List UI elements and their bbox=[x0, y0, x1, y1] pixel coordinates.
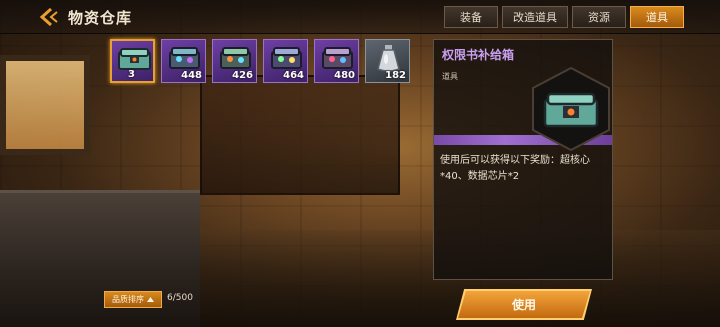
slot-count: 182 bbox=[385, 70, 406, 81]
back-button[interactable] bbox=[38, 6, 62, 28]
gem-crate-icon bbox=[322, 47, 353, 69]
sort-label: 品质排序 bbox=[112, 295, 144, 304]
tab-equipment[interactable]: 装备 bbox=[444, 6, 498, 28]
tab-modification-items[interactable]: 改造道具 bbox=[502, 6, 568, 28]
tab-resources[interactable]: 资源 bbox=[572, 6, 626, 28]
item-type: 道具 bbox=[442, 72, 458, 81]
inventory-capacity: 6/500 bbox=[167, 293, 193, 303]
inventory-slot[interactable]: 448 bbox=[161, 39, 206, 83]
inventory-slot[interactable]: 464 bbox=[263, 39, 308, 83]
gem-crate-icon bbox=[271, 47, 302, 69]
item-name: 权限书补给箱 bbox=[442, 48, 515, 62]
category-tabs: 装备 改造道具 资源 道具 bbox=[444, 6, 684, 28]
slot-count: 426 bbox=[232, 70, 253, 81]
item-description: 使用后可以获得以下奖励：超核心*40、数据芯片*2 bbox=[440, 155, 590, 182]
flask-icon bbox=[377, 45, 400, 72]
background-window bbox=[0, 55, 90, 155]
quality-sort-button[interactable]: 品质排序 bbox=[104, 291, 162, 308]
inventory-slot[interactable]: 426 bbox=[212, 39, 257, 83]
page-title: 物资仓库 bbox=[68, 9, 133, 27]
slot-count: 480 bbox=[334, 70, 355, 81]
gem-crate-icon bbox=[220, 47, 251, 69]
inventory-slot[interactable]: 3 bbox=[110, 39, 155, 83]
slot-count: 448 bbox=[181, 70, 202, 81]
caret-up-icon bbox=[147, 297, 154, 302]
tab-items[interactable]: 道具 bbox=[630, 6, 684, 28]
gem-crate-icon bbox=[169, 47, 200, 69]
supply-crate-icon bbox=[532, 66, 610, 152]
inventory-slot[interactable]: 480 bbox=[314, 39, 359, 83]
back-arrow-icon bbox=[39, 7, 58, 27]
slot-count: 3 bbox=[128, 69, 135, 80]
use-button[interactable]: 使用 bbox=[458, 291, 590, 318]
top-bar: 物资仓库 装备 改造道具 资源 道具 bbox=[0, 0, 720, 34]
inventory-slot[interactable]: 182 bbox=[365, 39, 410, 83]
slot-count: 464 bbox=[283, 70, 304, 81]
background-workbench bbox=[0, 190, 200, 327]
item-detail-panel: 权限书补给箱 道具 使用后可以获得以下奖励：超核心*40、数据芯片*2 bbox=[433, 39, 613, 280]
inventory-grid: 3 448 426 464 480 182 bbox=[110, 39, 410, 83]
background-shelf bbox=[200, 75, 400, 195]
